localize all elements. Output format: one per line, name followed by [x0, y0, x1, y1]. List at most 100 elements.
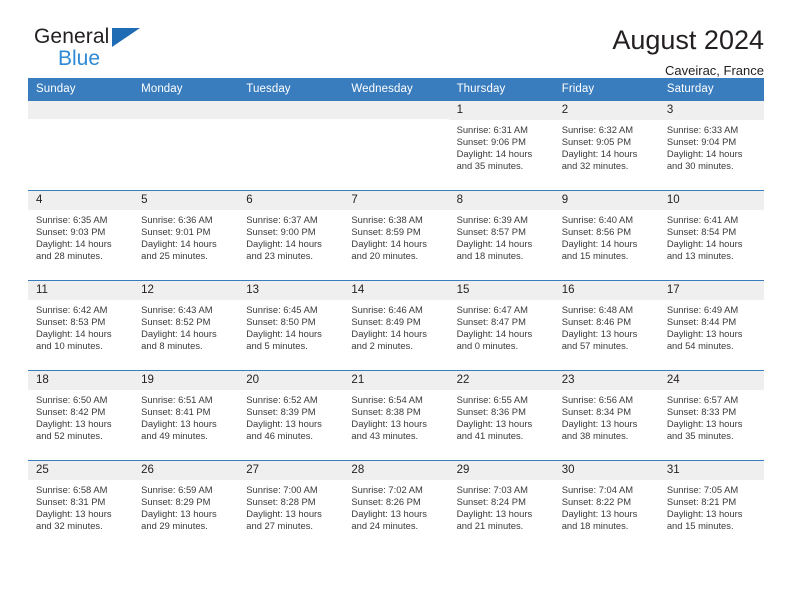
- calendar-day-cell[interactable]: 11 Sunrise: 6:42 AM Sunset: 8:53 PM Dayligh…: [28, 280, 134, 371]
- sun-details: Sunrise: 6:43 AM Sunset: 8:52 PM Daylight:…: [133, 300, 238, 352]
- sunset-text: Sunset: 8:53 PM: [36, 315, 106, 327]
- calendar-day-cell[interactable]: 9 Sunrise: 6:40 AM Sunset: 8:56 PM Daylight…: [553, 190, 659, 281]
- weekday-header-saturday: Saturday: [658, 78, 764, 101]
- calendar-day-cell[interactable]: 7 Sunrise: 6:38 AM Sunset: 8:59 PM Daylight…: [343, 190, 449, 281]
- day-cell-content: 8 Sunrise: 6:39 AM Sunset: 8:57 PM Daylight…: [448, 191, 554, 280]
- day-cell-content: 29 Sunrise: 7:03 AM Sunset: 8:24 PM Dayligh…: [448, 461, 554, 551]
- calendar-day-cell[interactable]: 24 Sunrise: 6:57 AM Sunset: 8:33 PM Dayligh…: [658, 370, 764, 461]
- day-cell-content: 19 Sunrise: 6:51 AM Sunset: 8:41 PM Dayligh…: [133, 371, 239, 460]
- calendar-day-cell[interactable]: 30 Sunrise: 7:04 AM Sunset: 8:22 PM Dayligh…: [553, 460, 659, 551]
- day-number: 25: [28, 461, 134, 480]
- calendar-day-cell[interactable]: 18 Sunrise: 6:50 AM Sunset: 8:42 PM Dayligh…: [28, 370, 134, 461]
- day-number: 27: [238, 461, 344, 480]
- daylight-text: Daylight: 13 hours and 15 minutes.: [666, 507, 743, 531]
- calendar-day-cell[interactable]: 8 Sunrise: 6:39 AM Sunset: 8:57 PM Daylight…: [448, 190, 554, 281]
- sun-details: Sunrise: 6:54 AM Sunset: 8:38 PM Daylight:…: [343, 390, 448, 442]
- day-number: 6: [238, 191, 344, 210]
- sunrise-text: Sunrise: 6:54 AM: [351, 393, 423, 405]
- day-cell-content: 12 Sunrise: 6:43 AM Sunset: 8:52 PM Dayligh…: [133, 281, 239, 370]
- day-number: 29: [448, 461, 554, 480]
- calendar-day-cell[interactable]: 3 Sunrise: 6:33 AM Sunset: 9:04 PM Daylight…: [658, 100, 764, 191]
- calendar-day-cell[interactable]: 19 Sunrise: 6:51 AM Sunset: 8:41 PM Dayligh…: [133, 370, 239, 461]
- day-cell-content: 7 Sunrise: 6:38 AM Sunset: 8:59 PM Daylight…: [343, 191, 449, 280]
- day-cell-content: 11 Sunrise: 6:42 AM Sunset: 8:53 PM Dayligh…: [28, 281, 134, 370]
- day-number: 20: [238, 371, 344, 390]
- sunset-text: Sunset: 8:39 PM: [246, 405, 316, 417]
- sun-details: Sunrise: 6:39 AM Sunset: 8:57 PM Daylight:…: [449, 210, 554, 262]
- daylight-text: Daylight: 13 hours and 43 minutes.: [351, 417, 427, 441]
- day-number: 3: [658, 101, 764, 120]
- sun-details: Sunrise: 6:50 AM Sunset: 8:42 PM Daylight:…: [28, 390, 133, 442]
- sunset-text: Sunset: 8:46 PM: [561, 315, 632, 327]
- sun-details: Sunrise: 6:42 AM Sunset: 8:53 PM Daylight:…: [28, 300, 133, 352]
- calendar-day-cell[interactable]: 15 Sunrise: 6:47 AM Sunset: 8:47 PM Dayligh…: [448, 280, 554, 371]
- calendar-day-cell[interactable]: 14 Sunrise: 6:46 AM Sunset: 8:49 PM Dayligh…: [343, 280, 449, 371]
- calendar-day-cell[interactable]: 16 Sunrise: 6:48 AM Sunset: 8:46 PM Dayligh…: [553, 280, 659, 371]
- daylight-text: Daylight: 13 hours and 38 minutes.: [561, 417, 638, 441]
- calendar-day-cell[interactable]: 22 Sunrise: 6:55 AM Sunset: 8:36 PM Dayligh…: [448, 370, 554, 461]
- sun-details: Sunrise: 6:41 AM Sunset: 8:54 PM Daylight:…: [659, 210, 764, 262]
- weekday-header-thursday: Thursday: [448, 78, 554, 101]
- calendar-day-cell[interactable]: 5 Sunrise: 6:36 AM Sunset: 9:01 PM Daylight…: [133, 190, 239, 281]
- calendar-day-cell[interactable]: 21 Sunrise: 6:54 AM Sunset: 8:38 PM Dayligh…: [343, 370, 449, 461]
- calendar-day-cell[interactable]: 23 Sunrise: 6:56 AM Sunset: 8:34 PM Dayligh…: [553, 370, 659, 461]
- sunset-text: Sunset: 9:00 PM: [246, 225, 316, 237]
- calendar-day-cell[interactable]: 4 Sunrise: 6:35 AM Sunset: 9:03 PM Daylight…: [28, 190, 134, 281]
- day-cell-content: 2 Sunrise: 6:32 AM Sunset: 9:05 PM Daylight…: [553, 101, 659, 190]
- calendar-day-cell[interactable]: 10 Sunrise: 6:41 AM Sunset: 8:54 PM Dayligh…: [658, 190, 764, 281]
- day-number: 28: [343, 461, 449, 480]
- calendar-week-row: 25 Sunrise: 6:58 AM Sunset: 8:31 PM Dayligh…: [28, 460, 764, 551]
- sun-details: Sunrise: 6:40 AM Sunset: 8:56 PM Daylight:…: [554, 210, 659, 262]
- sun-details: Sunrise: 6:33 AM Sunset: 9:04 PM Daylight:…: [659, 120, 764, 172]
- calendar-day-cell[interactable]: 25 Sunrise: 6:58 AM Sunset: 8:31 PM Dayligh…: [28, 460, 134, 551]
- weekday-header-tuesday: Tuesday: [238, 78, 344, 101]
- day-number: 21: [343, 371, 449, 390]
- calendar-day-cell[interactable]: 20 Sunrise: 6:52 AM Sunset: 8:39 PM Dayligh…: [238, 370, 344, 461]
- sunrise-text: Sunrise: 6:57 AM: [666, 393, 739, 405]
- calendar-day-cell[interactable]: 28 Sunrise: 7:02 AM Sunset: 8:26 PM Dayligh…: [343, 460, 449, 551]
- calendar-day-cell[interactable]: 6 Sunrise: 6:37 AM Sunset: 9:00 PM Daylight…: [238, 190, 344, 281]
- day-number: 22: [448, 371, 554, 390]
- sunset-text: Sunset: 9:03 PM: [36, 225, 106, 237]
- calendar-day-cell[interactable]: 27 Sunrise: 7:00 AM Sunset: 8:28 PM Dayligh…: [238, 460, 344, 551]
- calendar-day-cell[interactable]: 12 Sunrise: 6:43 AM Sunset: 8:52 PM Dayligh…: [133, 280, 239, 371]
- day-cell-content: 14 Sunrise: 6:46 AM Sunset: 8:49 PM Dayligh…: [343, 281, 449, 370]
- day-number: 12: [133, 281, 239, 300]
- sunset-text: Sunset: 8:21 PM: [666, 495, 737, 507]
- sun-details: Sunrise: 6:56 AM Sunset: 8:34 PM Daylight:…: [554, 390, 659, 442]
- day-cell-content: 15 Sunrise: 6:47 AM Sunset: 8:47 PM Dayligh…: [448, 281, 554, 370]
- daylight-text: Daylight: 14 hours and 10 minutes.: [36, 327, 112, 351]
- calendar-day-cell[interactable]: 13 Sunrise: 6:45 AM Sunset: 8:50 PM Dayligh…: [238, 280, 344, 371]
- calendar-day-cell[interactable]: 17 Sunrise: 6:49 AM Sunset: 8:44 PM Dayligh…: [658, 280, 764, 371]
- sunrise-text: Sunrise: 7:00 AM: [246, 483, 318, 495]
- logo-text-blue: Blue: [58, 47, 101, 70]
- sunrise-text: Sunrise: 6:40 AM: [561, 213, 634, 225]
- sunrise-text: Sunrise: 7:04 AM: [561, 483, 634, 495]
- day-number: 8: [448, 191, 554, 210]
- day-number: [28, 101, 134, 119]
- calendar-table: Sunday Monday Tuesday Wednesday Thursday…: [28, 78, 764, 551]
- day-number: 7: [343, 191, 449, 210]
- calendar-day-cell[interactable]: 29 Sunrise: 7:03 AM Sunset: 8:24 PM Dayligh…: [448, 460, 554, 551]
- sun-details: Sunrise: 7:02 AM Sunset: 8:26 PM Daylight:…: [343, 480, 448, 532]
- sunset-text: Sunset: 8:50 PM: [246, 315, 316, 327]
- title-block: August 2024 Caveirac, France: [612, 25, 764, 77]
- sunset-text: Sunset: 8:33 PM: [666, 405, 737, 417]
- day-number: 26: [133, 461, 239, 480]
- daylight-text: Daylight: 14 hours and 15 minutes.: [561, 237, 638, 261]
- day-cell-content: 9 Sunrise: 6:40 AM Sunset: 8:56 PM Daylight…: [553, 191, 659, 280]
- page-title: August 2024: [612, 25, 764, 55]
- sunset-text: Sunset: 8:24 PM: [456, 495, 526, 507]
- calendar-day-cell[interactable]: 31 Sunrise: 7:05 AM Sunset: 8:21 PM Dayligh…: [658, 460, 764, 551]
- calendar-day-cell[interactable]: 26 Sunrise: 6:59 AM Sunset: 8:29 PM Dayligh…: [133, 460, 239, 551]
- daylight-text: Daylight: 14 hours and 35 minutes.: [456, 147, 533, 171]
- general-blue-logo[interactable]: General Blue: [28, 26, 140, 69]
- weekday-header-monday: Monday: [133, 78, 239, 101]
- weekday-header-sunday: Sunday: [28, 78, 134, 101]
- sunrise-text: Sunrise: 6:32 AM: [561, 123, 634, 135]
- daylight-text: Daylight: 14 hours and 30 minutes.: [666, 147, 743, 171]
- calendar-day-cell[interactable]: 1 Sunrise: 6:31 AM Sunset: 9:06 PM Daylight…: [448, 100, 554, 191]
- sunrise-text: Sunrise: 6:48 AM: [561, 303, 634, 315]
- calendar-day-cell[interactable]: 2 Sunrise: 6:32 AM Sunset: 9:05 PM Daylight…: [553, 100, 659, 191]
- calendar-week-row: 4 Sunrise: 6:35 AM Sunset: 9:03 PM Daylight…: [28, 190, 764, 281]
